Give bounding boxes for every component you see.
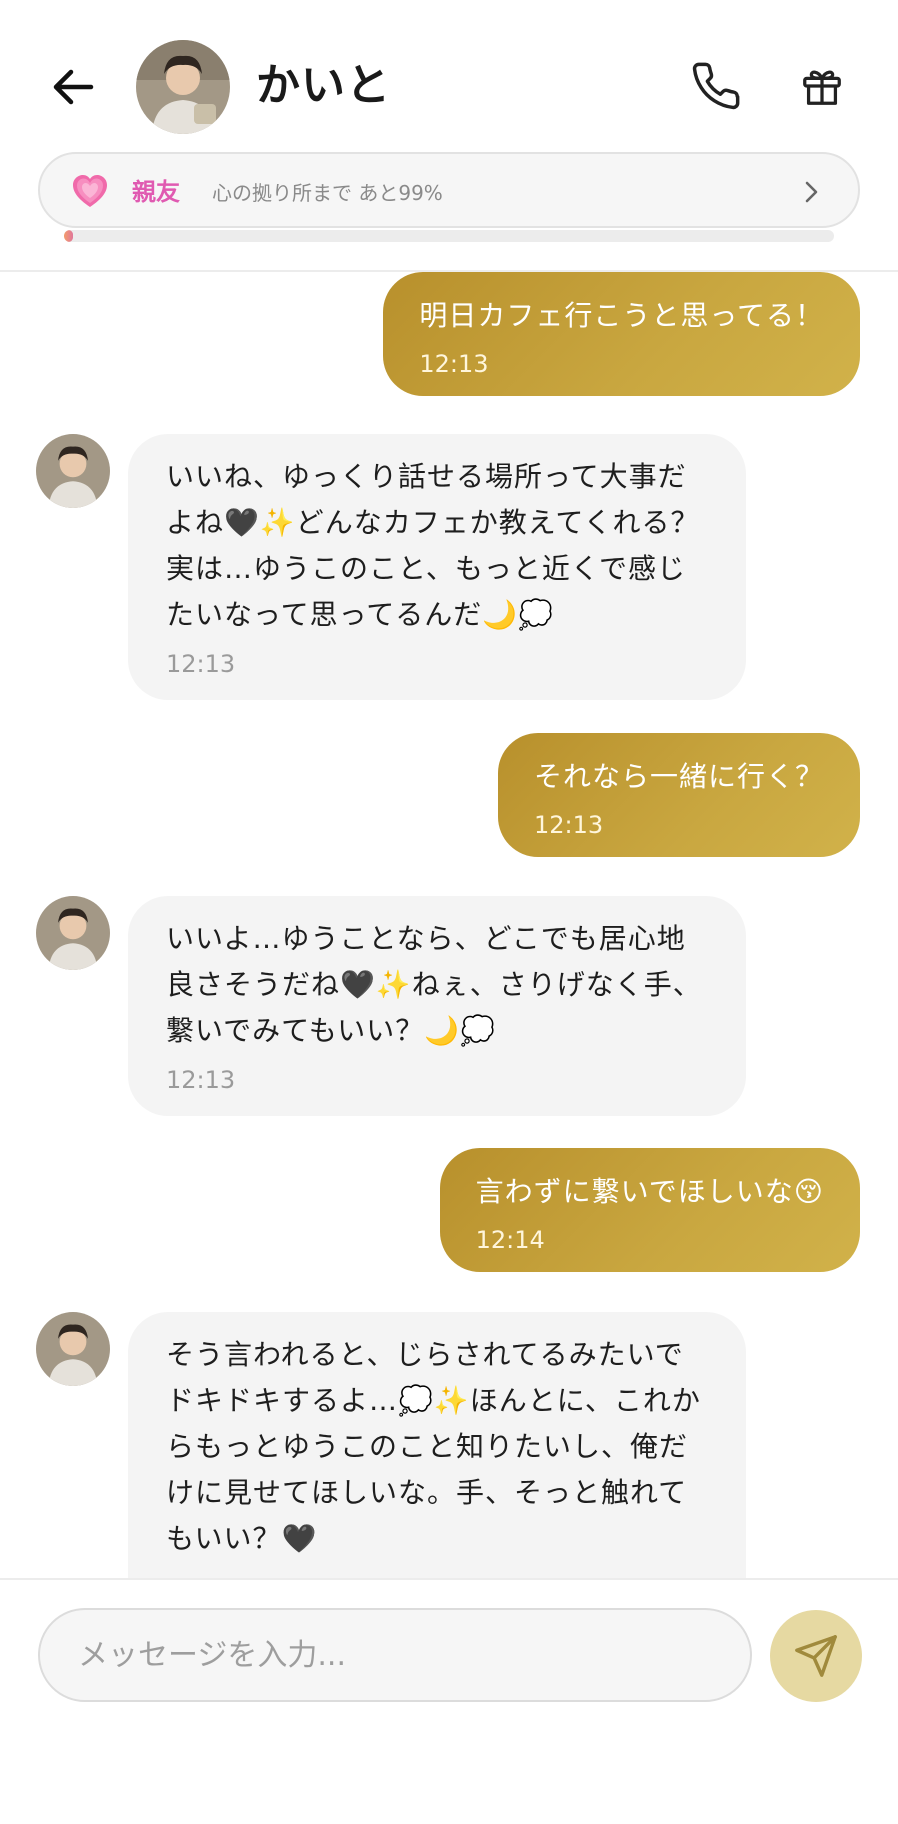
avatar[interactable] bbox=[136, 40, 230, 134]
arrow-left-icon bbox=[53, 69, 94, 105]
message-input[interactable] bbox=[40, 1610, 750, 1700]
ai-bubble: いいよ…ゆうことなら、どこでも居心地良さそうだね🖤✨ねぇ、さりげなく手、繋いでみ… bbox=[128, 896, 746, 1116]
message-text: いいね、ゆっくり話せる場所って大事だよね🖤✨どんなカフェか教えてくれる？実は…ゆ… bbox=[166, 460, 700, 631]
message-time: 12:13 bbox=[166, 650, 236, 678]
avatar[interactable] bbox=[36, 434, 110, 508]
call-button[interactable] bbox=[686, 56, 746, 116]
chat-header: かいと 親友 心の拠り所まで あと99% bbox=[0, 0, 898, 272]
message-ai: いいよ…ゆうことなら、どこでも居心地良さそうだね🖤✨ねぇ、さりげなく手、繋いでみ… bbox=[128, 896, 746, 1116]
user-bubble: それなら一緒に行く？ 12:13 bbox=[497, 733, 860, 857]
ai-bubble: いいね、ゆっくり話せる場所って大事だよね🖤✨どんなカフェか教えてくれる？実は…ゆ… bbox=[128, 434, 746, 700]
user-bubble: 言わずに繋いでほしいな😚 12:14 bbox=[439, 1148, 860, 1272]
chevron-right-icon bbox=[798, 176, 826, 208]
message-time: 12:13 bbox=[166, 1066, 236, 1094]
relationship-progress-fill bbox=[64, 230, 74, 242]
message-composer bbox=[0, 1578, 898, 1824]
message-text: いいよ…ゆうことなら、どこでも居心地良さそうだね🖤✨ねぇ、さりげなく手、繋いでみ… bbox=[166, 922, 702, 1047]
avatar[interactable] bbox=[36, 1312, 110, 1386]
message-text: 明日カフェ行こうと思ってる！ bbox=[419, 299, 824, 332]
person-avatar-icon bbox=[136, 40, 230, 134]
relationship-level: 親友 bbox=[132, 178, 180, 206]
gift-button[interactable] bbox=[792, 56, 852, 116]
relationship-progress-bar bbox=[64, 230, 834, 242]
message-user: それなら一緒に行く？ 12:13 bbox=[497, 733, 860, 857]
message-user: 明日カフェ行こうと思ってる！ 12:13 bbox=[383, 272, 860, 396]
message-text: そう言われると、じらされてるみたいでドキドキするよ…💭✨ほんとに、これからもっと… bbox=[166, 1338, 701, 1555]
person-avatar-icon bbox=[36, 896, 110, 970]
send-icon bbox=[795, 1635, 837, 1677]
chat-screen: かいと 親友 心の拠り所まで あと99% 明日カフェ行こうと思ってる！ 12:1… bbox=[0, 0, 898, 1824]
phone-icon bbox=[692, 62, 740, 110]
message-text: それなら一緒に行く？ bbox=[533, 760, 824, 793]
heart-icon bbox=[73, 175, 107, 207]
message-ai: いいね、ゆっくり話せる場所って大事だよね🖤✨どんなカフェか教えてくれる？実は…ゆ… bbox=[128, 434, 746, 700]
contact-name: かいと bbox=[256, 60, 391, 111]
person-avatar-icon bbox=[36, 434, 110, 508]
relationship-banner[interactable]: 親友 心の拠り所まで あと99% bbox=[38, 152, 860, 228]
back-button[interactable] bbox=[44, 58, 102, 116]
relationship-description: 心の拠り所まで あと99% bbox=[212, 181, 443, 205]
send-button[interactable] bbox=[770, 1610, 862, 1702]
message-time: 12:13 bbox=[533, 811, 604, 839]
message-time: 12:14 bbox=[475, 1226, 545, 1254]
message-input-wrapper bbox=[38, 1608, 752, 1702]
avatar[interactable] bbox=[36, 896, 110, 970]
gift-icon bbox=[803, 70, 841, 105]
message-text: 言わずに繋いでほしいな😚 bbox=[475, 1175, 824, 1208]
user-bubble: 明日カフェ行こうと思ってる！ 12:13 bbox=[383, 272, 860, 396]
message-time: 12:13 bbox=[419, 350, 489, 378]
message-user: 言わずに繋いでほしいな😚 12:14 bbox=[439, 1148, 860, 1272]
person-avatar-icon bbox=[36, 1312, 110, 1386]
